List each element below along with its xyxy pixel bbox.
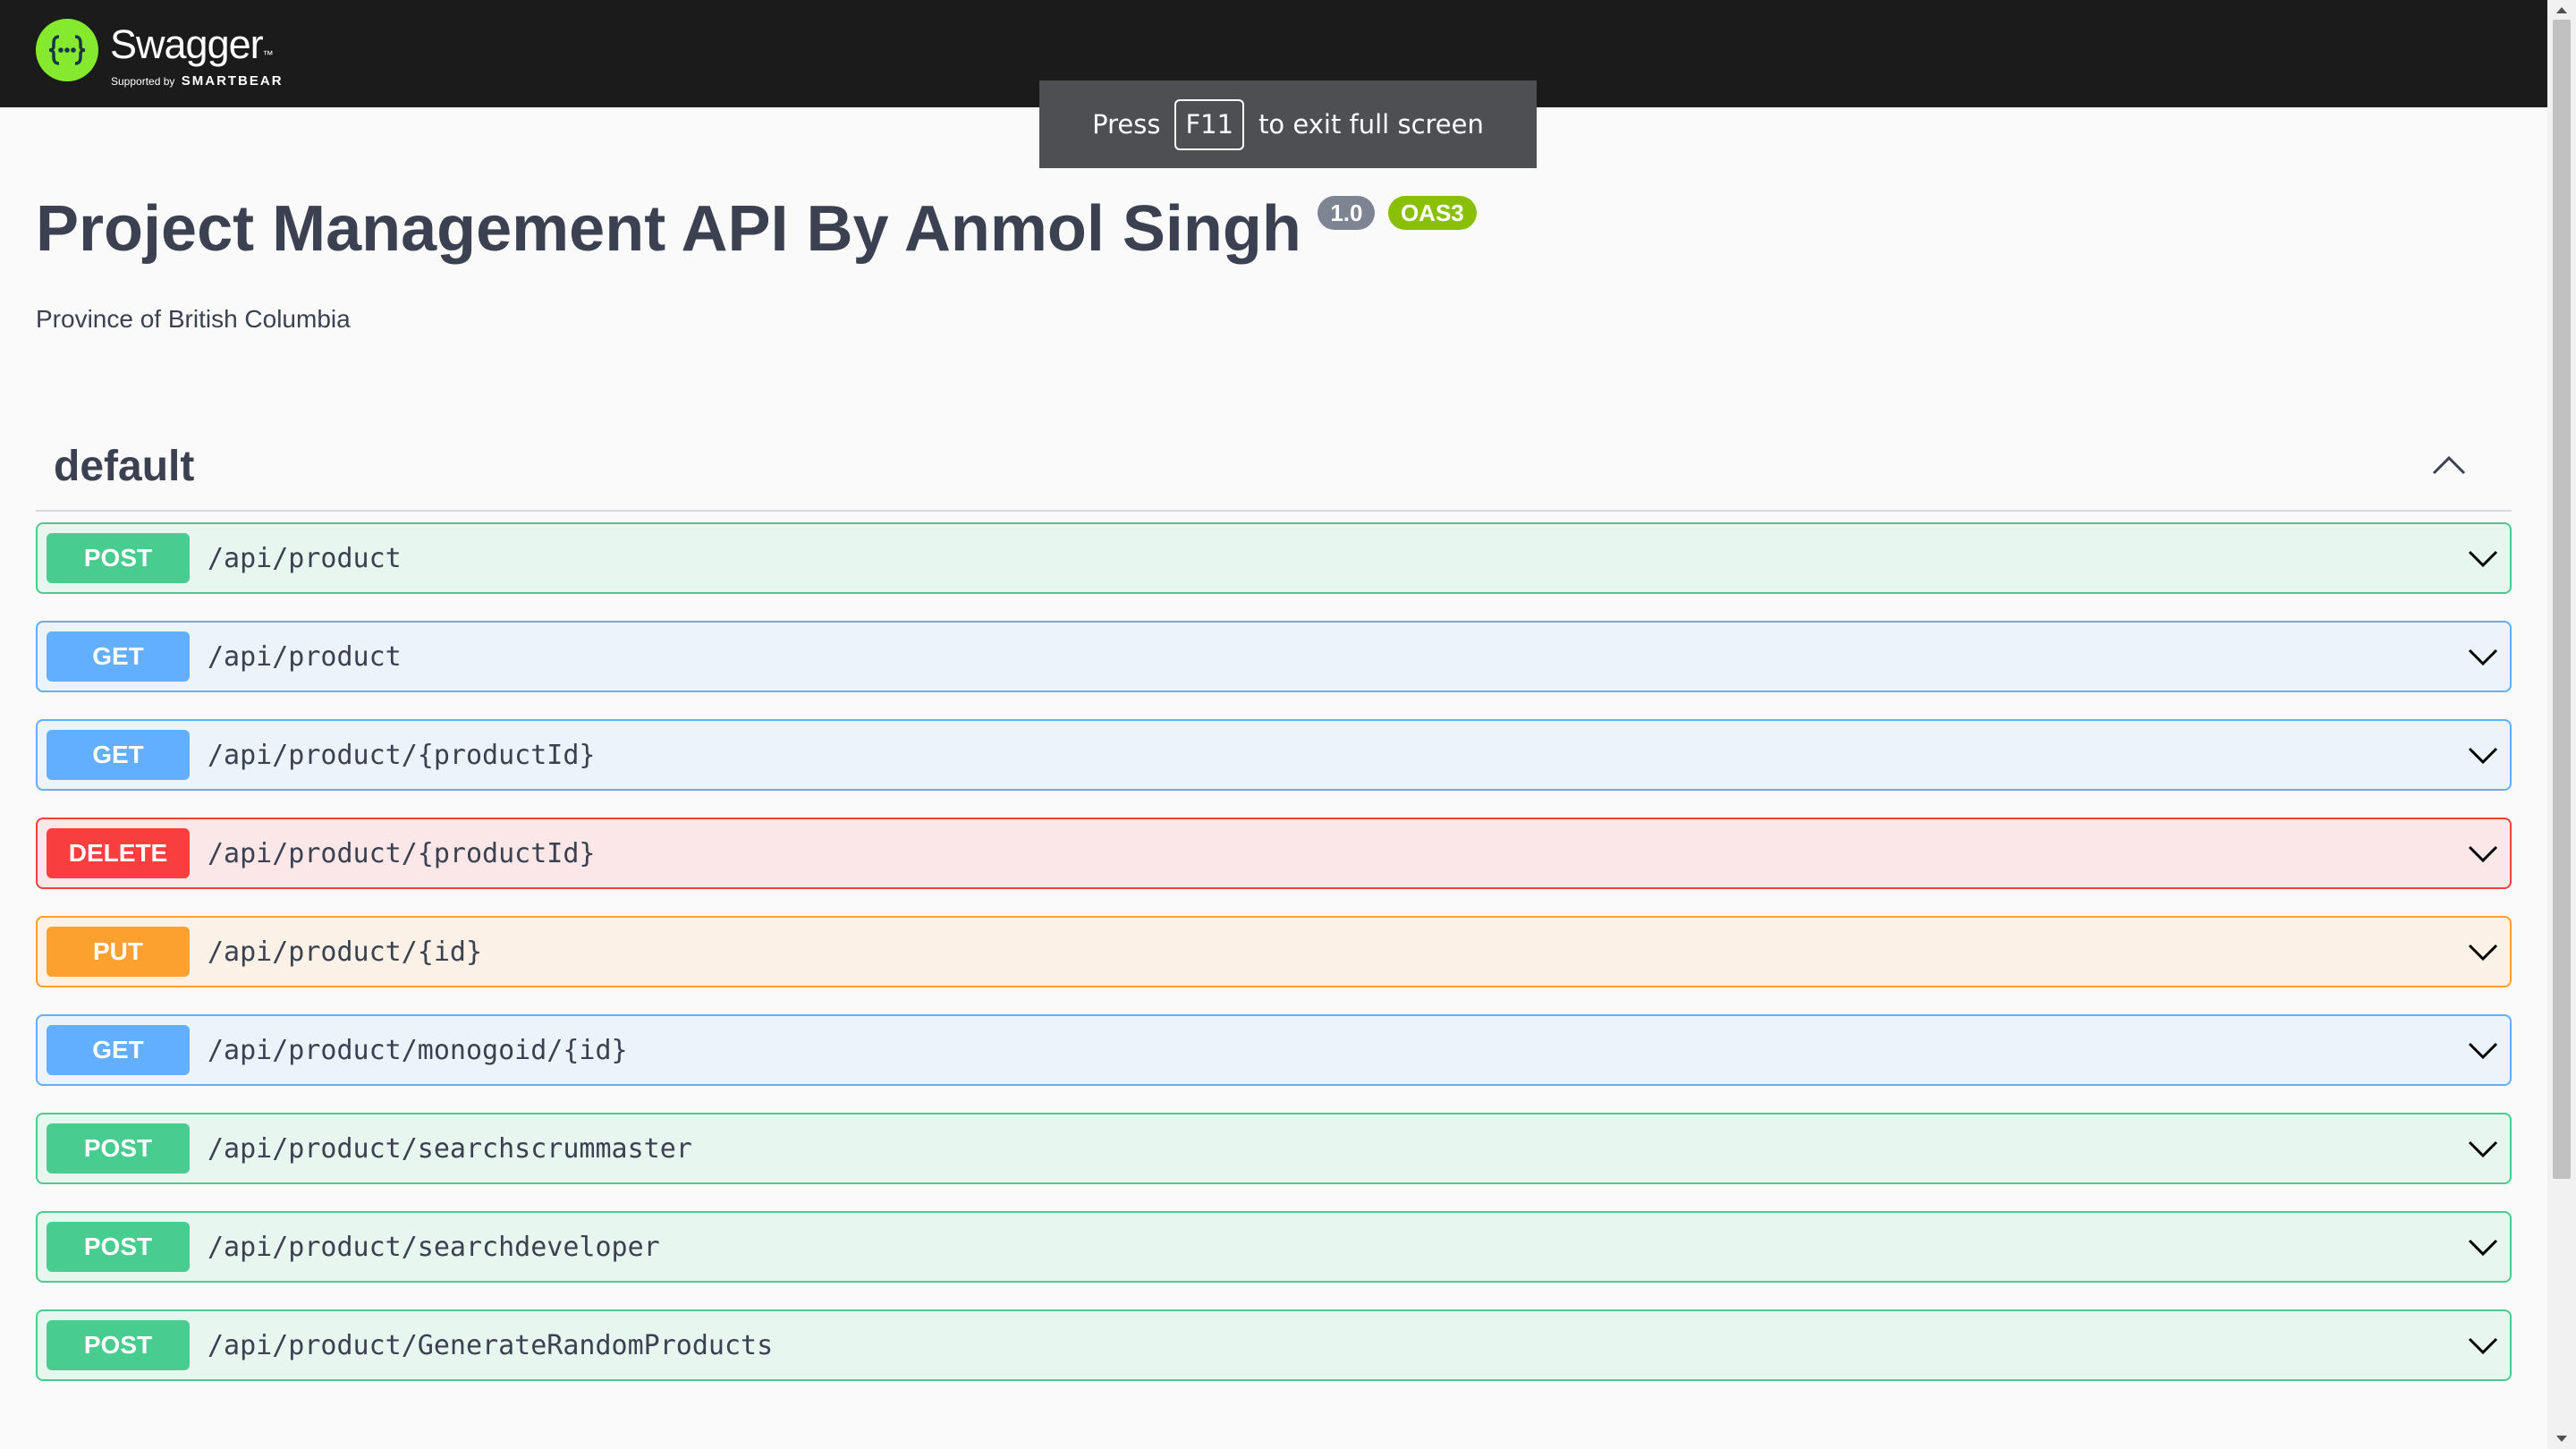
method-badge: POST bbox=[47, 1222, 190, 1272]
method-badge: PUT bbox=[47, 927, 190, 977]
operation-path: /api/product/monogoid/{id} bbox=[208, 1034, 628, 1066]
chevron-down-icon[interactable] bbox=[2467, 545, 2499, 576]
api-info: Project Management API By Anmol Singh 1.… bbox=[36, 192, 1477, 266]
operation-get-product-by-id[interactable]: GET /api/product/{productId} bbox=[36, 719, 2512, 791]
scroll-down-arrow-icon[interactable] bbox=[2547, 1429, 2576, 1449]
chevron-down-icon[interactable] bbox=[2467, 840, 2499, 871]
brand-label: Swagger bbox=[110, 21, 264, 67]
fullscreen-suffix: to exit full screen bbox=[1258, 109, 1484, 140]
chevron-down-icon[interactable] bbox=[2467, 1135, 2499, 1166]
chevron-down-icon[interactable] bbox=[2467, 741, 2499, 773]
operation-post-searchdeveloper[interactable]: POST /api/product/searchdeveloper bbox=[36, 1211, 2512, 1283]
chevron-up-icon[interactable] bbox=[2431, 454, 2467, 480]
page-title: Project Management API By Anmol Singh bbox=[36, 193, 1301, 265]
operation-post-generaterandomproducts[interactable]: POST /api/product/GenerateRandomProducts bbox=[36, 1309, 2512, 1381]
brand-mark: ™ bbox=[262, 48, 274, 61]
operation-path: /api/product bbox=[208, 542, 402, 574]
operation-get-product-monogoid[interactable]: GET /api/product/monogoid/{id} bbox=[36, 1014, 2512, 1086]
brand-name[interactable]: Swagger™ bbox=[110, 21, 274, 68]
tag-name: default bbox=[54, 443, 195, 490]
api-description: Province of British Columbia bbox=[36, 305, 351, 333]
operation-delete-product[interactable]: DELETE /api/product/{productId} bbox=[36, 818, 2512, 889]
method-badge: DELETE bbox=[47, 828, 190, 878]
version-badge: 1.0 bbox=[1318, 196, 1376, 230]
method-badge: GET bbox=[47, 1025, 190, 1075]
supported-prefix: Supported by bbox=[111, 75, 175, 88]
smartbear-label: SMARTBEAR bbox=[181, 73, 284, 89]
scrollbar-thumb[interactable] bbox=[2553, 20, 2571, 1179]
method-badge: GET bbox=[47, 631, 190, 682]
operation-put-product[interactable]: PUT /api/product/{id} bbox=[36, 916, 2512, 987]
swagger-logo-icon[interactable] bbox=[36, 19, 98, 81]
operation-path: /api/product/searchscrummaster bbox=[208, 1132, 692, 1165]
fullscreen-key: F11 bbox=[1174, 98, 1245, 150]
operation-path: /api/product/GenerateRandomProducts bbox=[208, 1329, 774, 1361]
operation-path: /api/product/{productId} bbox=[208, 837, 596, 869]
method-badge: POST bbox=[47, 1123, 190, 1174]
tag-section-default[interactable]: default bbox=[36, 422, 2512, 512]
operation-path: /api/product/searchdeveloper bbox=[208, 1231, 660, 1263]
operation-path: /api/product/{id} bbox=[208, 936, 483, 968]
chevron-down-icon[interactable] bbox=[2467, 1037, 2499, 1068]
page-scrollbar[interactable] bbox=[2547, 0, 2576, 1449]
operation-path: /api/product/{productId} bbox=[208, 739, 596, 771]
operation-post-product[interactable]: POST /api/product bbox=[36, 522, 2512, 594]
operation-post-searchscrummaster[interactable]: POST /api/product/searchscrummaster bbox=[36, 1113, 2512, 1184]
method-badge: POST bbox=[47, 1320, 190, 1370]
supported-by: Supported by SMARTBEAR bbox=[111, 73, 284, 89]
chevron-down-icon[interactable] bbox=[2467, 1332, 2499, 1363]
oas-badge: OAS3 bbox=[1387, 196, 1477, 230]
scroll-up-arrow-icon[interactable] bbox=[2547, 0, 2576, 20]
chevron-down-icon[interactable] bbox=[2467, 643, 2499, 674]
fullscreen-prefix: Press bbox=[1092, 109, 1161, 140]
operation-get-product[interactable]: GET /api/product bbox=[36, 621, 2512, 692]
chevron-down-icon[interactable] bbox=[2467, 1233, 2499, 1265]
method-badge: POST bbox=[47, 533, 190, 583]
fullscreen-notice: Press F11 to exit full screen bbox=[1039, 80, 1537, 168]
operation-path: /api/product bbox=[208, 640, 402, 673]
chevron-down-icon[interactable] bbox=[2467, 938, 2499, 970]
method-badge: GET bbox=[47, 730, 190, 780]
